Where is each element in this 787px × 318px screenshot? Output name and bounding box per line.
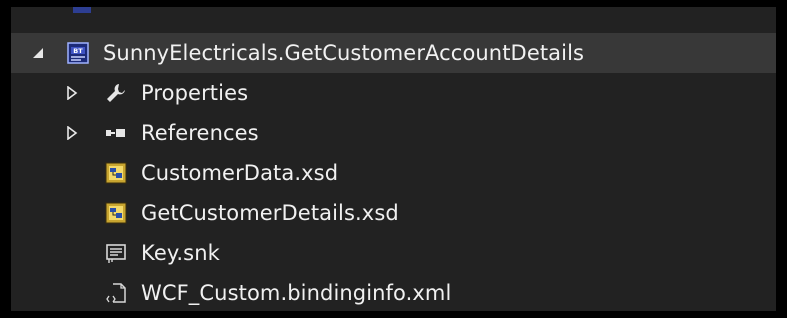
collapsed-triangle-icon[interactable] — [63, 84, 81, 102]
tree-item-label: Properties — [141, 81, 249, 105]
window-frame: BT SunnyElectricals.GetCustomerAccountDe… — [0, 0, 787, 318]
tree-item-label: CustomerData.xsd — [141, 161, 339, 185]
expanded-triangle-icon[interactable] — [29, 44, 47, 62]
project-label: SunnyElectricals.GetCustomerAccountDetai… — [103, 41, 585, 65]
tree-node-project[interactable]: BT SunnyElectricals.GetCustomerAccountDe… — [11, 33, 776, 73]
tree-node-references[interactable]: References — [11, 113, 776, 153]
xsd-schema-icon — [104, 161, 128, 185]
tree-node-file[interactable]: GetCustomerDetails.xsd — [11, 193, 776, 233]
svg-text:BT: BT — [73, 47, 83, 55]
tree-node-file[interactable]: Key.snk — [11, 233, 776, 273]
previous-project-icon-stub — [73, 7, 91, 13]
wrench-icon — [104, 81, 128, 105]
tree-node-properties[interactable]: Properties — [11, 73, 776, 113]
solution-explorer-tree: BT SunnyElectricals.GetCustomerAccountDe… — [11, 7, 776, 311]
references-icon — [104, 121, 128, 145]
xsd-schema-icon — [104, 201, 128, 225]
tree-item-label: GetCustomerDetails.xsd — [141, 201, 399, 225]
xml-file-icon — [104, 281, 128, 305]
tree-node-file[interactable]: CustomerData.xsd — [11, 153, 776, 193]
biztalk-project-icon: BT — [66, 41, 90, 65]
key-file-icon — [104, 241, 128, 265]
collapsed-triangle-icon[interactable] — [63, 124, 81, 142]
tree-item-label: Key.snk — [141, 241, 220, 265]
tree-item-label: WCF_Custom.bindinginfo.xml — [141, 281, 452, 305]
tree-node-file[interactable]: WCF_Custom.bindinginfo.xml — [11, 273, 776, 311]
tree-item-label: References — [141, 121, 259, 145]
